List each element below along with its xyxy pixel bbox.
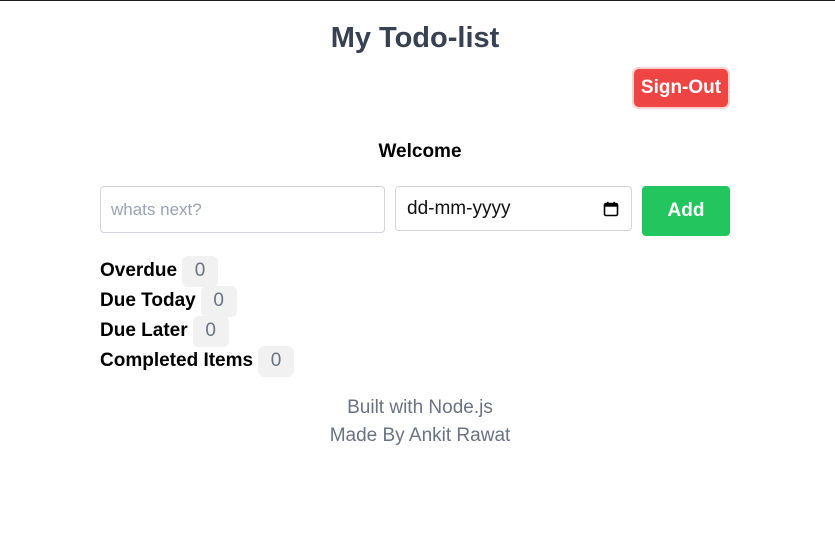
count-label: Due Today — [100, 290, 196, 311]
count-badge: 0 — [258, 345, 295, 377]
count-row-due-today: Due Today 0 — [100, 285, 294, 317]
add-todo-button[interactable]: Add — [642, 186, 730, 236]
page-title: My Todo-list — [330, 22, 500, 54]
due-date-input[interactable]: dd-mm-yyyy — [395, 186, 632, 231]
count-badge: 0 — [182, 255, 219, 287]
calendar-icon[interactable] — [603, 201, 619, 217]
count-label: Completed Items — [100, 350, 254, 371]
footer-author: Made By Ankit Rawat — [329, 425, 511, 446]
footer: Built with Node.js Made By Ankit Rawat — [100, 394, 740, 450]
count-row-overdue: Overdue 0 — [100, 255, 294, 287]
due-date-placeholder: dd-mm-yyyy — [407, 197, 511, 219]
count-label: Due Later — [100, 320, 188, 341]
count-row-completed: Completed Items 0 — [100, 345, 295, 377]
welcome-heading: Welcome — [378, 141, 462, 162]
footer-built-with: Built with Node.js — [347, 397, 493, 418]
todo-counts: Overdue 0 Due Today 0 Due Later 0 Comple… — [100, 255, 295, 377]
sign-out-button[interactable]: Sign-Out — [632, 67, 730, 109]
count-badge: 0 — [200, 285, 237, 317]
count-badge: 0 — [192, 315, 229, 347]
todo-title-input[interactable] — [100, 186, 385, 233]
count-row-due-later: Due Later 0 — [100, 315, 294, 347]
count-label: Overdue — [100, 260, 178, 281]
